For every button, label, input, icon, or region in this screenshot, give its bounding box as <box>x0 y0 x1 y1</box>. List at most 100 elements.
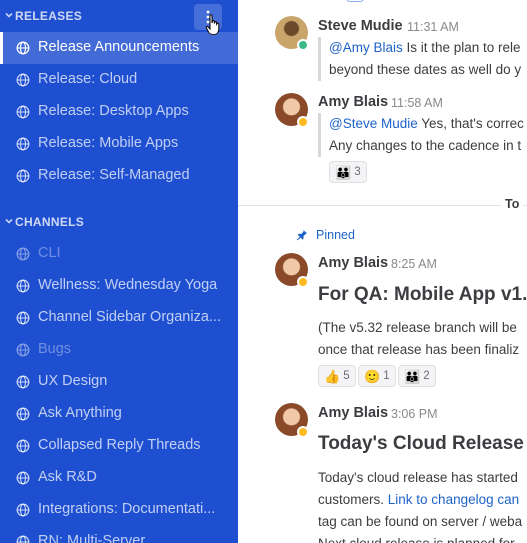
sidebar-item-ask-anything[interactable]: Ask Anything <box>0 398 238 430</box>
globe-icon <box>16 471 30 485</box>
chevron-down-icon <box>4 216 14 226</box>
reaction-count: 5 <box>343 370 350 382</box>
globe-icon <box>16 407 30 421</box>
thumbs-up-emoji-icon: 👍 <box>324 368 341 384</box>
message-list: Steve Mudie 11:31 AM @Amy Blais Is it th… <box>238 0 527 543</box>
category-title: RELEASES <box>15 9 83 23</box>
post-text: Next cloud release is planned for <box>318 533 515 543</box>
sidebar-item-label: Ask R&D <box>38 469 97 485</box>
reaction-count: 1 <box>383 370 390 382</box>
reaction-chip[interactable]: 👪 2 <box>398 365 436 387</box>
status-online-icon <box>297 39 309 51</box>
post-heading: Today's Cloud Release <box>318 433 524 454</box>
mention-link[interactable]: @Amy Blais <box>329 40 403 55</box>
sidebar-item-label: CLI <box>38 245 61 261</box>
post-text: Is it the plan to rele <box>402 40 521 55</box>
date-separator <box>238 205 527 206</box>
sidebar-item-channel-sidebar-org[interactable]: Channel Sidebar Organiza... <box>0 302 238 334</box>
sidebar-item-collapsed-reply-threads[interactable]: Collapsed Reply Threads <box>0 430 238 462</box>
post-text: Today's cloud release has started <box>318 470 518 485</box>
globe-icon <box>16 137 30 151</box>
sidebar-item-wellness[interactable]: Wellness: Wednesday Yoga <box>0 270 238 302</box>
post-text: customers. Link to changelog can <box>318 489 519 511</box>
post-author[interactable]: Amy Blais <box>318 255 388 271</box>
post-time[interactable]: 8:25 AM <box>391 257 437 271</box>
sidebar-item-ask-rnd[interactable]: Ask R&D <box>0 462 238 494</box>
globe-icon <box>16 73 30 87</box>
post-author[interactable]: Amy Blais <box>318 94 388 110</box>
post-text-part: customers. <box>318 492 388 507</box>
category-releases[interactable]: RELEASES <box>0 0 238 32</box>
post-author[interactable]: Steve Mudie <box>318 18 403 34</box>
post-text: Yes, that's correc <box>417 116 524 131</box>
globe-icon <box>16 105 30 119</box>
sidebar-item-bugs[interactable]: Bugs <box>0 334 238 366</box>
sidebar-item-label: Release Announcements <box>38 39 200 55</box>
sidebar-item-label: Release: Desktop Apps <box>38 103 189 119</box>
globe-icon <box>16 169 30 183</box>
sidebar-item-release-announcements[interactable]: Release Announcements <box>0 32 238 64</box>
sidebar-item-release-self-managed[interactable]: Release: Self-Managed <box>0 160 238 192</box>
post-author[interactable]: Amy Blais <box>318 405 388 421</box>
pin-icon <box>296 229 308 241</box>
smile-emoji-icon: 🙂 <box>364 368 381 384</box>
post-quote: @Amy Blais Is it the plan to rele beyond… <box>318 37 527 81</box>
post-text: Any changes to the cadence in t <box>329 138 522 153</box>
sidebar-item-release-cloud[interactable]: Release: Cloud <box>0 64 238 96</box>
reaction-chip[interactable]: 🙂 1 <box>358 365 396 387</box>
mention-link[interactable]: @Steve Mudie <box>329 116 418 131</box>
category-channels[interactable]: CHANNELS <box>0 206 238 238</box>
status-away-icon <box>297 426 309 438</box>
chevron-down-icon <box>4 10 14 20</box>
sidebar-item-label: Integrations: Documentati... <box>38 501 216 517</box>
pinned-indicator: Pinned <box>296 228 355 242</box>
post-time[interactable]: 11:31 AM <box>407 20 459 34</box>
sidebar-item-cli[interactable]: CLI <box>0 238 238 270</box>
globe-icon <box>16 247 30 261</box>
sidebar-item-label: Ask Anything <box>38 405 122 421</box>
sidebar-item-integrations-docs[interactable]: Integrations: Documentati... <box>0 494 238 526</box>
reaction-chip[interactable]: 👪 3 <box>329 161 367 183</box>
reaction-count: 3 <box>354 166 361 178</box>
globe-icon <box>16 535 30 543</box>
post-text: once that release has been finaliz <box>318 342 520 357</box>
post-quote: @Steve Mudie Yes, that's correc Any chan… <box>318 113 527 157</box>
globe-icon <box>16 439 30 453</box>
category-title: CHANNELS <box>15 215 85 229</box>
sidebar-item-label: Channel Sidebar Organiza... <box>38 309 221 325</box>
globe-icon <box>16 503 30 517</box>
sidebar-item-label: Release: Cloud <box>38 71 138 87</box>
status-away-icon <box>297 276 309 288</box>
sidebar-item-release-desktop-apps[interactable]: Release: Desktop Apps <box>0 96 238 128</box>
globe-icon <box>16 375 30 389</box>
sidebar-item-release-mobile-apps[interactable]: Release: Mobile Apps <box>0 128 238 160</box>
sidebar-item-label: UX Design <box>38 373 108 389</box>
post-text: (The v5.32 release branch will be <box>318 320 517 335</box>
sidebar-item-ux-design[interactable]: UX Design <box>0 366 238 398</box>
sidebar-item-label: Bugs <box>38 341 72 357</box>
post-time[interactable]: 11:58 AM <box>391 96 443 110</box>
reaction-chip[interactable]: 👍 5 <box>318 365 356 387</box>
sidebar-item-rn-multi-server[interactable]: RN: Multi-Server <box>0 526 238 543</box>
globe-icon <box>16 41 30 55</box>
sidebar-item-label: Release: Mobile Apps <box>38 135 179 151</box>
status-away-icon <box>297 116 309 128</box>
reaction-chip-partial[interactable] <box>346 0 364 2</box>
date-separator-label: To <box>501 197 524 211</box>
sidebar: RELEASES Release Announcements Release: … <box>0 0 238 543</box>
reaction-count: 2 <box>423 370 430 382</box>
sidebar-item-label: Release: Self-Managed <box>38 167 190 183</box>
sidebar-item-label: RN: Multi-Server <box>38 533 146 543</box>
changelog-link[interactable]: Link to changelog can <box>388 492 519 507</box>
family-emoji-icon: 👪 <box>335 164 352 180</box>
globe-icon <box>16 311 30 325</box>
globe-icon <box>16 279 30 293</box>
pinned-label: Pinned <box>316 228 355 242</box>
sidebar-item-label: Wellness: Wednesday Yoga <box>38 277 218 293</box>
globe-icon <box>16 343 30 357</box>
family-emoji-icon: 👪 <box>404 368 421 384</box>
sidebar-item-label: Collapsed Reply Threads <box>38 437 201 453</box>
post-time[interactable]: 3:06 PM <box>391 407 438 421</box>
post-text: tag can be found on server / weba <box>318 514 523 529</box>
post-text: beyond these dates as well do y <box>329 62 522 77</box>
